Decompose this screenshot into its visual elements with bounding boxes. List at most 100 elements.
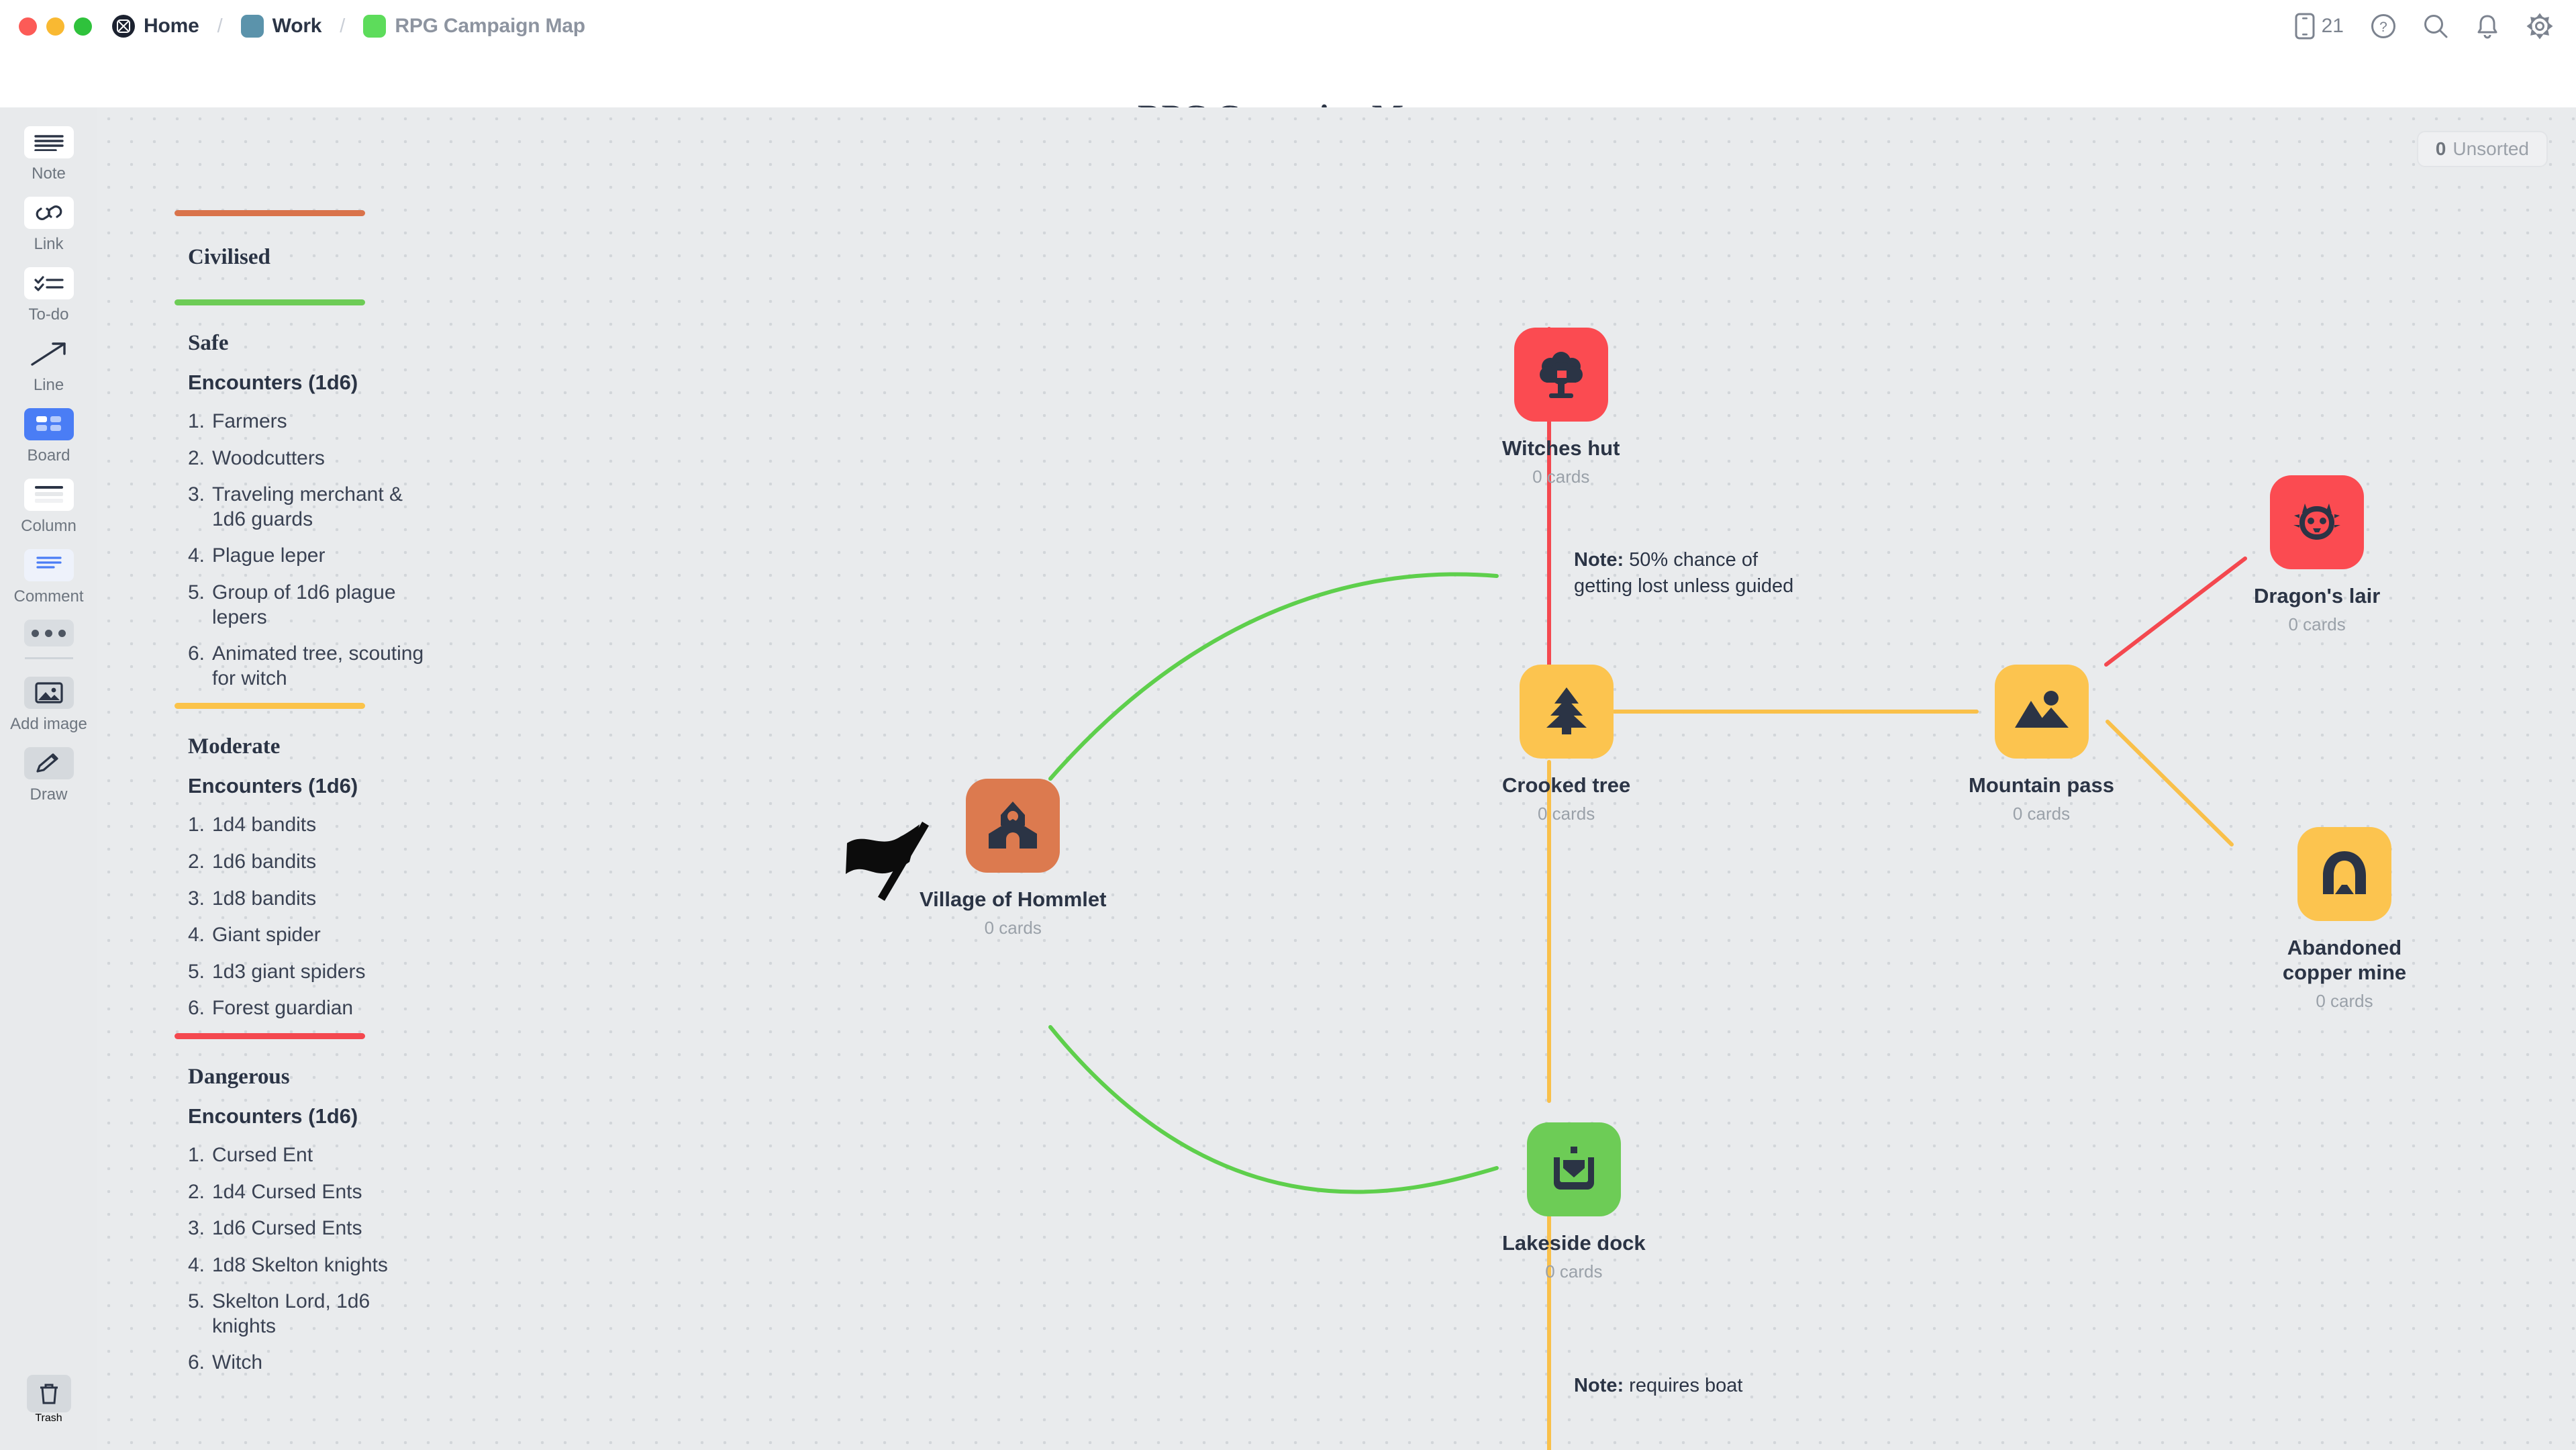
link-icon (23, 197, 74, 229)
node-card-count: 0 cards (2288, 614, 2346, 634)
node-title: Witches hut (1502, 436, 1620, 460)
breadcrumb-work[interactable]: Work (273, 15, 322, 38)
board-canvas[interactable]: 0 Unsorted Civilised Safe Encounters (1d… (97, 107, 2576, 1450)
list-item[interactable]: 1. 1d4 bandits (188, 813, 454, 838)
list-number: 4. (188, 544, 205, 567)
title-bar: Home / Work / RPG Campaign Map 21 ? (0, 0, 2576, 52)
dot (32, 629, 39, 637)
column-title[interactable]: Civilised (188, 245, 454, 270)
map-node-mountain-pass[interactable]: Mountain pass 0 cards (1969, 665, 2114, 824)
map-node-witches-hut[interactable]: Witches hut 0 cards (1502, 328, 1620, 487)
list-item[interactable]: 4. Plague leper (188, 544, 454, 569)
connector-pass-dragon (2104, 557, 2247, 667)
breadcrumb-home[interactable]: Home (144, 15, 199, 38)
list-item[interactable]: 3. 1d6 Cursed Ents (188, 1216, 454, 1241)
unsorted-count: 0 (2435, 138, 2446, 159)
sidebar-item-note[interactable]: Note (0, 126, 97, 183)
chapel-icon (982, 795, 1044, 857)
connector-note-boat[interactable]: Note: requires boat (1574, 1373, 1842, 1399)
list-item[interactable]: 5. Skelton Lord, 1d6 knights (188, 1290, 454, 1339)
section-title-safe[interactable]: Safe (188, 331, 454, 356)
list-item[interactable]: 5. Group of 1d6 plague lepers (188, 581, 454, 630)
map-node-village[interactable]: Village of Hommlet 0 cards (920, 779, 1107, 938)
node-tile[interactable] (1519, 665, 1614, 759)
list-item[interactable]: 5. 1d3 giant spiders (188, 960, 454, 985)
mobile-cards-button[interactable]: 21 (2295, 13, 2344, 40)
sidebar-item-label: Comment (13, 587, 84, 606)
sidebar-item-link[interactable]: Link (0, 197, 97, 254)
node-card-count: 0 cards (1545, 1261, 1603, 1282)
sidebar-item-trash[interactable]: Trash (26, 1375, 71, 1424)
list-item[interactable]: 6. Forest guardian (188, 996, 454, 1021)
node-title: Mountain pass (1969, 773, 2115, 797)
list-item[interactable]: 6. Animated tree, scouting for witch (188, 642, 454, 691)
rule-green (175, 299, 365, 305)
node-tile[interactable] (966, 779, 1060, 873)
map-node-crooked-tree[interactable]: Crooked tree 0 cards (1502, 665, 1630, 824)
list-text: 1d8 Skelton knights (212, 1253, 388, 1276)
node-card-count: 0 cards (1532, 467, 1590, 487)
rule-amber (175, 703, 365, 710)
node-title: Dragon's lair (2254, 584, 2381, 608)
list-item[interactable]: 3. 1d8 bandits (188, 887, 454, 912)
breadcrumb-separator-2: / (340, 15, 346, 37)
minimize-window-button[interactable] (46, 17, 64, 36)
help-icon[interactable]: ? (2371, 13, 2396, 39)
section-title-dangerous[interactable]: Dangerous (188, 1065, 454, 1090)
maximize-window-button[interactable] (74, 17, 92, 36)
window-controls (19, 17, 92, 36)
list-number: 6. (188, 997, 205, 1020)
section-heading-safe[interactable]: Encounters (1d6) (188, 371, 454, 395)
node-title: Abandoned copper mine (2282, 936, 2407, 984)
top-right-actions: 21 ? (2295, 0, 2553, 52)
bell-icon[interactable] (2475, 13, 2499, 39)
list-text: 1d6 Cursed Ents (212, 1217, 362, 1240)
node-tile[interactable] (2270, 475, 2365, 569)
list-item[interactable]: 6. Witch (188, 1351, 454, 1375)
section-heading-dangerous[interactable]: Encounters (1d6) (188, 1104, 454, 1128)
sidebar-item-comment[interactable]: Comment (0, 549, 97, 606)
list-text: Forest guardian (212, 997, 354, 1020)
connector-note-lost[interactable]: Note: 50% chance of getting lost unless … (1574, 547, 1795, 599)
section-heading-moderate[interactable]: Encounters (1d6) (188, 774, 454, 798)
section-title-moderate[interactable]: Moderate (188, 734, 454, 759)
more-tools-icon[interactable] (23, 620, 74, 646)
sidebar-item-label: Board (27, 446, 70, 465)
node-title: Village of Hommlet (920, 887, 1107, 911)
list-item[interactable]: 3. Traveling merchant & 1d6 guards (188, 483, 454, 532)
list-item[interactable]: 4. 1d8 Skelton knights (188, 1253, 454, 1278)
sidebar-item-line[interactable]: Line (0, 338, 97, 395)
close-window-button[interactable] (19, 17, 37, 36)
gear-icon[interactable] (2526, 13, 2553, 40)
list-item[interactable]: 2. 1d6 bandits (188, 850, 454, 875)
list-item[interactable]: 1. Cursed Ent (188, 1143, 454, 1168)
list-item[interactable]: 2. Woodcutters (188, 446, 454, 471)
list-item[interactable]: 4. Giant spider (188, 923, 454, 948)
list-item[interactable]: 2. 1d4 Cursed Ents (188, 1180, 454, 1205)
sidebar-item-column[interactable]: Column (0, 479, 97, 536)
note-icon (23, 126, 74, 158)
sidebar-item-label: Add image (10, 715, 87, 733)
breadcrumb-current[interactable]: RPG Campaign Map (395, 15, 585, 38)
sidebar-item-draw[interactable]: Draw (0, 747, 97, 804)
list-number: 1. (188, 814, 205, 836)
node-tile[interactable] (1526, 1122, 1621, 1216)
list-item[interactable]: 1. Farmers (188, 409, 454, 434)
sidebar-item-todo[interactable]: To-do (0, 267, 97, 324)
list-text: Witch (212, 1351, 262, 1374)
sidebar-item-board[interactable]: Board (0, 408, 97, 465)
node-tile[interactable] (1514, 328, 1608, 422)
unsorted-badge[interactable]: 0 Unsorted (2416, 131, 2548, 167)
map-node-lakeside-dock[interactable]: Lakeside dock 0 cards (1502, 1122, 1646, 1282)
sidebar-item-add-image[interactable]: Add image (0, 677, 97, 734)
map-node-dragons-lair[interactable]: Dragon's lair 0 cards (2254, 475, 2380, 635)
connector-village-dock (1048, 1025, 1499, 1194)
search-icon[interactable] (2423, 13, 2448, 39)
encounter-list-moderate: 1. 1d4 bandits 2. 1d6 bandits 3. 1d8 bandit… (188, 813, 454, 1021)
map-node-copper-mine[interactable]: Abandoned copper mine 0 cards (2254, 827, 2435, 1012)
list-text: Cursed Ent (212, 1143, 313, 1166)
node-tile[interactable] (2297, 827, 2391, 921)
node-tile[interactable] (1994, 665, 2089, 759)
mine-entrance-icon (2314, 843, 2375, 905)
dragon-icon (2286, 491, 2348, 553)
